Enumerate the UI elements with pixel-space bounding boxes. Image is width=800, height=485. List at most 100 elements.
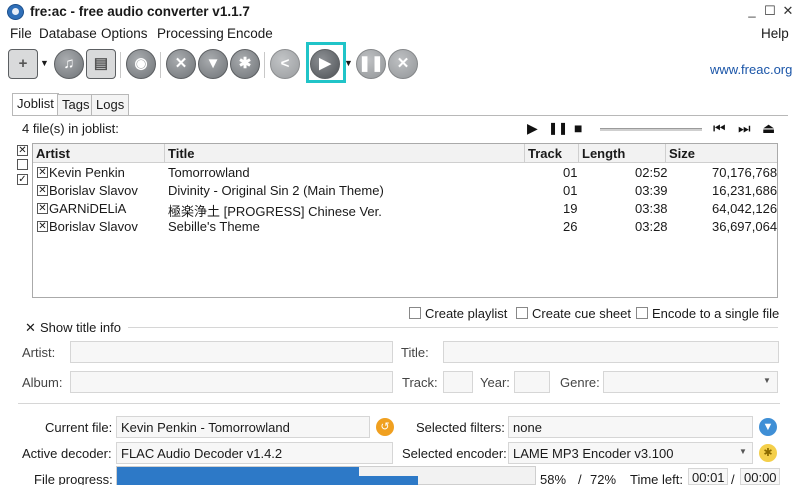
selected-encoder-select[interactable]: LAME MP3 Encoder v3.100 bbox=[508, 442, 753, 464]
row-checkbox[interactable]: ✕ bbox=[37, 185, 48, 196]
stop-icon[interactable]: ✕ bbox=[388, 49, 418, 79]
single-file-checkbox[interactable] bbox=[636, 307, 648, 319]
column-divider[interactable] bbox=[665, 144, 666, 163]
app-icon bbox=[7, 4, 24, 20]
eject-icon[interactable]: ⏏ bbox=[762, 120, 775, 137]
tab-joblist[interactable]: Joblist bbox=[12, 93, 59, 115]
time-total-value: 00:00 bbox=[740, 468, 780, 485]
cell-size: 70,176,768 bbox=[712, 165, 778, 180]
time-left-value: 00:01 bbox=[688, 468, 728, 485]
start-encoding-highlight bbox=[306, 42, 346, 83]
filter-settings-icon[interactable]: ▼ bbox=[759, 418, 777, 436]
row-checkbox[interactable]: ✕ bbox=[37, 221, 48, 232]
cell-title: Tomorrowland bbox=[168, 165, 250, 180]
encoder-dropdown-icon[interactable]: ▼ bbox=[739, 447, 747, 456]
cell-title: Sebille's Theme bbox=[168, 219, 260, 234]
cell-artist: Borislav Slavov bbox=[49, 183, 138, 198]
joblist-count: 4 file(s) in joblist: bbox=[22, 121, 119, 136]
year-field[interactable] bbox=[514, 371, 550, 393]
column-divider[interactable] bbox=[164, 144, 165, 163]
previous-track-icon[interactable]: ⏮ bbox=[713, 120, 726, 137]
file-progress-bar bbox=[116, 466, 536, 485]
website-link[interactable]: www.freac.org bbox=[710, 62, 792, 77]
active-decoder-value: FLAC Audio Decoder v1.4.2 bbox=[116, 442, 393, 464]
album-label: Album: bbox=[22, 375, 63, 390]
genre-dropdown-icon[interactable]: ▼ bbox=[763, 376, 771, 385]
column-length[interactable]: Length bbox=[582, 146, 625, 161]
total-progress-fill bbox=[117, 476, 418, 485]
minimize-button[interactable]: _ bbox=[744, 3, 760, 19]
tab-logs[interactable]: Logs bbox=[91, 94, 130, 115]
cell-title: Divinity - Original Sin 2 (Main Theme) bbox=[168, 183, 384, 198]
add-files-icon[interactable]: + bbox=[8, 49, 38, 79]
track-label: Track: bbox=[402, 375, 438, 390]
create-cue-checkbox[interactable] bbox=[516, 307, 528, 319]
select-none-checkbox[interactable] bbox=[17, 159, 28, 170]
add-cd-icon[interactable]: ♫ bbox=[54, 49, 84, 79]
artist-label: Artist: bbox=[22, 345, 56, 360]
cddb-query-icon[interactable]: ◉ bbox=[126, 49, 156, 79]
menu-encode[interactable]: Encode bbox=[227, 26, 273, 41]
table-row[interactable]: ✕ Borislav Slavov Divinity - Original Si… bbox=[33, 182, 777, 200]
show-title-info-toggle[interactable]: ✕ bbox=[25, 320, 36, 336]
configure-icon[interactable]: ✕ bbox=[166, 49, 196, 79]
toolbar: + ▼ ♫ ▤ ◉ ✕ ▼ ✱ < ▶ ▼ ❚❚ ✕ bbox=[0, 44, 800, 86]
add-folder-icon[interactable]: ▤ bbox=[86, 49, 116, 79]
pause-playback-icon[interactable]: ❚❚ bbox=[548, 121, 568, 135]
tab-tags[interactable]: Tags bbox=[57, 94, 95, 115]
create-playlist-checkbox[interactable] bbox=[409, 307, 421, 319]
table-header: Artist Title Track Length Size bbox=[33, 144, 777, 163]
column-title[interactable]: Title bbox=[168, 146, 195, 161]
table-row[interactable]: ✕ GARNiDELiA 極楽浄土 [PROGRESS] Chinese Ver… bbox=[33, 200, 777, 219]
file-progress-label: File progress: bbox=[34, 472, 113, 485]
single-file-label[interactable]: Encode to a single file bbox=[652, 306, 779, 321]
column-track[interactable]: Track bbox=[528, 146, 562, 161]
cell-length: 03:38 bbox=[635, 201, 668, 216]
settings-icon[interactable]: ✱ bbox=[230, 49, 260, 79]
dropdown-arrow-icon[interactable]: ▼ bbox=[40, 58, 49, 68]
share-icon[interactable]: < bbox=[270, 49, 300, 79]
maximize-button[interactable]: ☐ bbox=[762, 3, 778, 19]
next-track-icon[interactable]: ⏭ bbox=[738, 120, 751, 137]
column-divider[interactable] bbox=[578, 144, 579, 163]
cell-track: 01 bbox=[563, 165, 578, 180]
cell-size: 36,697,064 bbox=[712, 219, 778, 234]
menu-database[interactable]: Database bbox=[39, 26, 97, 41]
show-title-info-label[interactable]: Show title info bbox=[40, 320, 121, 335]
menu-processing[interactable]: Processing bbox=[157, 26, 224, 41]
column-divider[interactable] bbox=[524, 144, 525, 163]
play-file-icon[interactable]: ↺ bbox=[376, 418, 394, 436]
table-row[interactable]: ✕ Kevin Penkin Tomorrowland 01 02:52 70,… bbox=[33, 164, 777, 182]
menu-file[interactable]: File bbox=[10, 26, 32, 41]
toolbar-separator bbox=[160, 52, 161, 78]
artist-field[interactable] bbox=[70, 341, 393, 363]
track-field[interactable] bbox=[443, 371, 473, 393]
album-field[interactable] bbox=[70, 371, 393, 393]
create-cue-label[interactable]: Create cue sheet bbox=[532, 306, 631, 321]
stop-playback-icon[interactable]: ■ bbox=[574, 120, 582, 136]
column-size[interactable]: Size bbox=[669, 146, 695, 161]
genre-select[interactable] bbox=[603, 371, 778, 393]
row-checkbox[interactable]: ✕ bbox=[37, 167, 48, 178]
select-all-checkbox[interactable]: ✕ bbox=[17, 145, 28, 156]
filter-icon[interactable]: ▼ bbox=[198, 49, 228, 79]
toggle-selection-checkbox[interactable]: ✓ bbox=[17, 174, 28, 185]
table-row[interactable]: ✕ Borislav Slavov Sebille's Theme 26 03:… bbox=[33, 218, 777, 236]
cell-track: 01 bbox=[563, 183, 578, 198]
tab-divider bbox=[12, 115, 788, 116]
current-file-value: Kevin Penkin - Tomorrowland bbox=[116, 416, 370, 438]
play-icon[interactable]: ▶ bbox=[527, 120, 538, 137]
cell-size: 16,231,686 bbox=[712, 183, 778, 198]
title-field[interactable] bbox=[443, 341, 779, 363]
encoder-settings-icon[interactable]: ✱ bbox=[759, 444, 777, 462]
menu-help[interactable]: Help bbox=[761, 26, 789, 41]
close-button[interactable]: ✕ bbox=[780, 3, 796, 19]
title-label: Title: bbox=[401, 345, 429, 360]
row-checkbox[interactable]: ✕ bbox=[37, 203, 48, 214]
seek-slider[interactable] bbox=[600, 128, 702, 131]
pause-icon[interactable]: ❚❚ bbox=[356, 49, 386, 79]
create-playlist-label[interactable]: Create playlist bbox=[425, 306, 507, 321]
cell-artist: Kevin Penkin bbox=[49, 165, 125, 180]
menu-options[interactable]: Options bbox=[101, 26, 148, 41]
column-artist[interactable]: Artist bbox=[36, 146, 70, 161]
